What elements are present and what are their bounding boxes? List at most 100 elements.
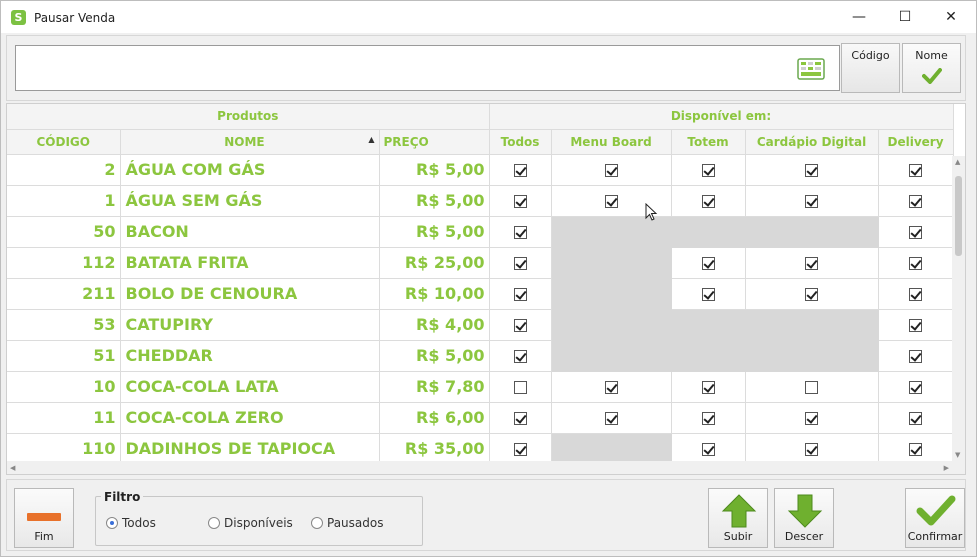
checkbox-checked[interactable]	[513, 164, 527, 177]
table-row[interactable]: 2 ÁGUA COM GÁS R$ 5,00	[7, 154, 954, 186]
table-row[interactable]: 211 BOLO DE CENOURA R$ 10,00	[7, 278, 954, 310]
checkbox-checked[interactable]	[513, 257, 527, 270]
checkbox-checked[interactable]	[805, 164, 819, 177]
checkbox-checked[interactable]	[909, 288, 923, 301]
cell-nome: DADINHOS DE TAPIOCA	[120, 433, 380, 465]
vertical-scrollbar[interactable]: ▲ ▼	[952, 156, 965, 461]
col-menu-board[interactable]: Menu Board	[551, 129, 672, 155]
checkbox-checked[interactable]	[513, 443, 527, 456]
table-row[interactable]: 110 DADINHOS DE TAPIOCA R$ 35,00	[7, 433, 954, 465]
checkbox-checked[interactable]	[701, 164, 715, 177]
title-bar: S Pausar Venda — ☐ ✕	[1, 1, 976, 33]
keyboard-icon[interactable]	[797, 58, 825, 80]
cell-delivery	[878, 278, 954, 310]
checkbox-checked[interactable]	[513, 319, 527, 332]
checkbox-checked[interactable]	[604, 164, 618, 177]
checkbox-checked[interactable]	[701, 443, 715, 456]
table-row[interactable]: 53 CATUPIRY R$ 4,00	[7, 309, 954, 341]
cell-codigo: 10	[7, 371, 121, 403]
cell-delivery	[878, 309, 954, 341]
checkbox-checked[interactable]	[909, 319, 923, 332]
checkbox-checked[interactable]	[701, 195, 715, 208]
cell-codigo: 211	[7, 278, 121, 310]
filtro-pausados-radio[interactable]: Pausados	[311, 516, 383, 530]
col-nome[interactable]: NOME ▲	[120, 129, 380, 155]
checkbox-checked[interactable]	[805, 288, 819, 301]
checkbox-checked[interactable]	[513, 226, 527, 239]
close-button[interactable]: ✕	[928, 1, 974, 33]
col-delivery[interactable]: Delivery	[878, 129, 954, 155]
checkbox-unchecked[interactable]	[513, 381, 527, 394]
table-row[interactable]: 1 ÁGUA SEM GÁS R$ 5,00	[7, 185, 954, 217]
checkbox-checked[interactable]	[909, 412, 923, 425]
checkbox-checked[interactable]	[805, 412, 819, 425]
cell-preco: R$ 5,00	[379, 185, 490, 217]
checkbox-checked[interactable]	[909, 164, 923, 177]
vertical-scroll-thumb[interactable]	[955, 176, 962, 256]
filtro-todos-radio[interactable]: Todos	[106, 516, 156, 530]
scroll-left-icon[interactable]: ◀	[10, 464, 15, 472]
scroll-down-icon[interactable]: ▼	[955, 451, 960, 459]
cell-delivery	[878, 340, 954, 372]
cell-delivery	[878, 216, 954, 248]
scroll-up-icon[interactable]: ▲	[955, 158, 960, 166]
checkbox-checked[interactable]	[909, 443, 923, 456]
checkbox-checked[interactable]	[513, 350, 527, 363]
cell-todos	[489, 340, 552, 372]
table-row[interactable]: 11 COCA-COLA ZERO R$ 6,00	[7, 402, 954, 434]
table-row[interactable]: 50 BACON R$ 5,00	[7, 216, 954, 248]
table-row[interactable]: 51 CHEDDAR R$ 5,00	[7, 340, 954, 372]
pausar-venda-window: S Pausar Venda — ☐ ✕ Código Nome Produto…	[0, 0, 977, 557]
search-by-name-button[interactable]: Nome	[902, 43, 961, 93]
checkbox-checked[interactable]	[604, 195, 618, 208]
table-row[interactable]: 112 BATATA FRITA R$ 25,00	[7, 247, 954, 279]
checkbox-checked[interactable]	[513, 412, 527, 425]
cell-cardapio-digital	[745, 154, 879, 186]
checkbox-unchecked[interactable]	[805, 381, 819, 394]
cell-preco: R$ 6,00	[379, 402, 490, 434]
col-todos[interactable]: Todos	[489, 129, 552, 155]
cell-todos	[489, 154, 552, 186]
checkbox-checked[interactable]	[909, 381, 923, 394]
table-row[interactable]: 10 COCA-COLA LATA R$ 7,80	[7, 371, 954, 403]
col-codigo[interactable]: CÓDIGO	[7, 129, 121, 155]
cell-cardapio-digital	[745, 340, 879, 372]
checkbox-checked[interactable]	[701, 381, 715, 394]
window-title: Pausar Venda	[34, 11, 116, 25]
scroll-right-icon[interactable]: ▶	[944, 464, 949, 472]
checkbox-checked[interactable]	[513, 288, 527, 301]
subir-button[interactable]: Subir	[708, 488, 768, 548]
checkbox-checked[interactable]	[909, 257, 923, 270]
checkbox-checked[interactable]	[701, 288, 715, 301]
search-by-code-button[interactable]: Código	[841, 43, 900, 93]
cell-preco: R$ 4,00	[379, 309, 490, 341]
checkbox-checked[interactable]	[513, 195, 527, 208]
col-cardapio-digital[interactable]: Cardápio Digital	[745, 129, 879, 155]
checkbox-checked[interactable]	[805, 195, 819, 208]
confirmar-button[interactable]: Confirmar	[905, 488, 965, 548]
horizontal-scrollbar[interactable]: ◀ ▶	[7, 461, 965, 474]
checkbox-checked[interactable]	[604, 412, 618, 425]
col-totem[interactable]: Totem	[671, 129, 746, 155]
checkbox-checked[interactable]	[701, 257, 715, 270]
check-icon	[916, 495, 956, 526]
minimize-button[interactable]: —	[836, 1, 882, 33]
fim-button[interactable]: Fim	[14, 488, 74, 548]
checkbox-checked[interactable]	[701, 412, 715, 425]
cell-todos	[489, 371, 552, 403]
checkbox-checked[interactable]	[805, 443, 819, 456]
cell-delivery	[878, 185, 954, 217]
checkbox-checked[interactable]	[909, 350, 923, 363]
col-preco[interactable]: PREÇO	[379, 129, 490, 155]
checkbox-checked[interactable]	[805, 257, 819, 270]
maximize-button[interactable]: ☐	[882, 1, 928, 33]
descer-button[interactable]: Descer	[774, 488, 834, 548]
checkbox-checked[interactable]	[604, 381, 618, 394]
filtro-disponiveis-radio[interactable]: Disponíveis	[208, 516, 293, 530]
search-input[interactable]	[15, 45, 840, 91]
cell-cardapio-digital	[745, 402, 879, 434]
checkbox-checked[interactable]	[909, 195, 923, 208]
cell-totem	[671, 309, 746, 341]
cell-menu-board	[551, 154, 672, 186]
checkbox-checked[interactable]	[909, 226, 923, 239]
